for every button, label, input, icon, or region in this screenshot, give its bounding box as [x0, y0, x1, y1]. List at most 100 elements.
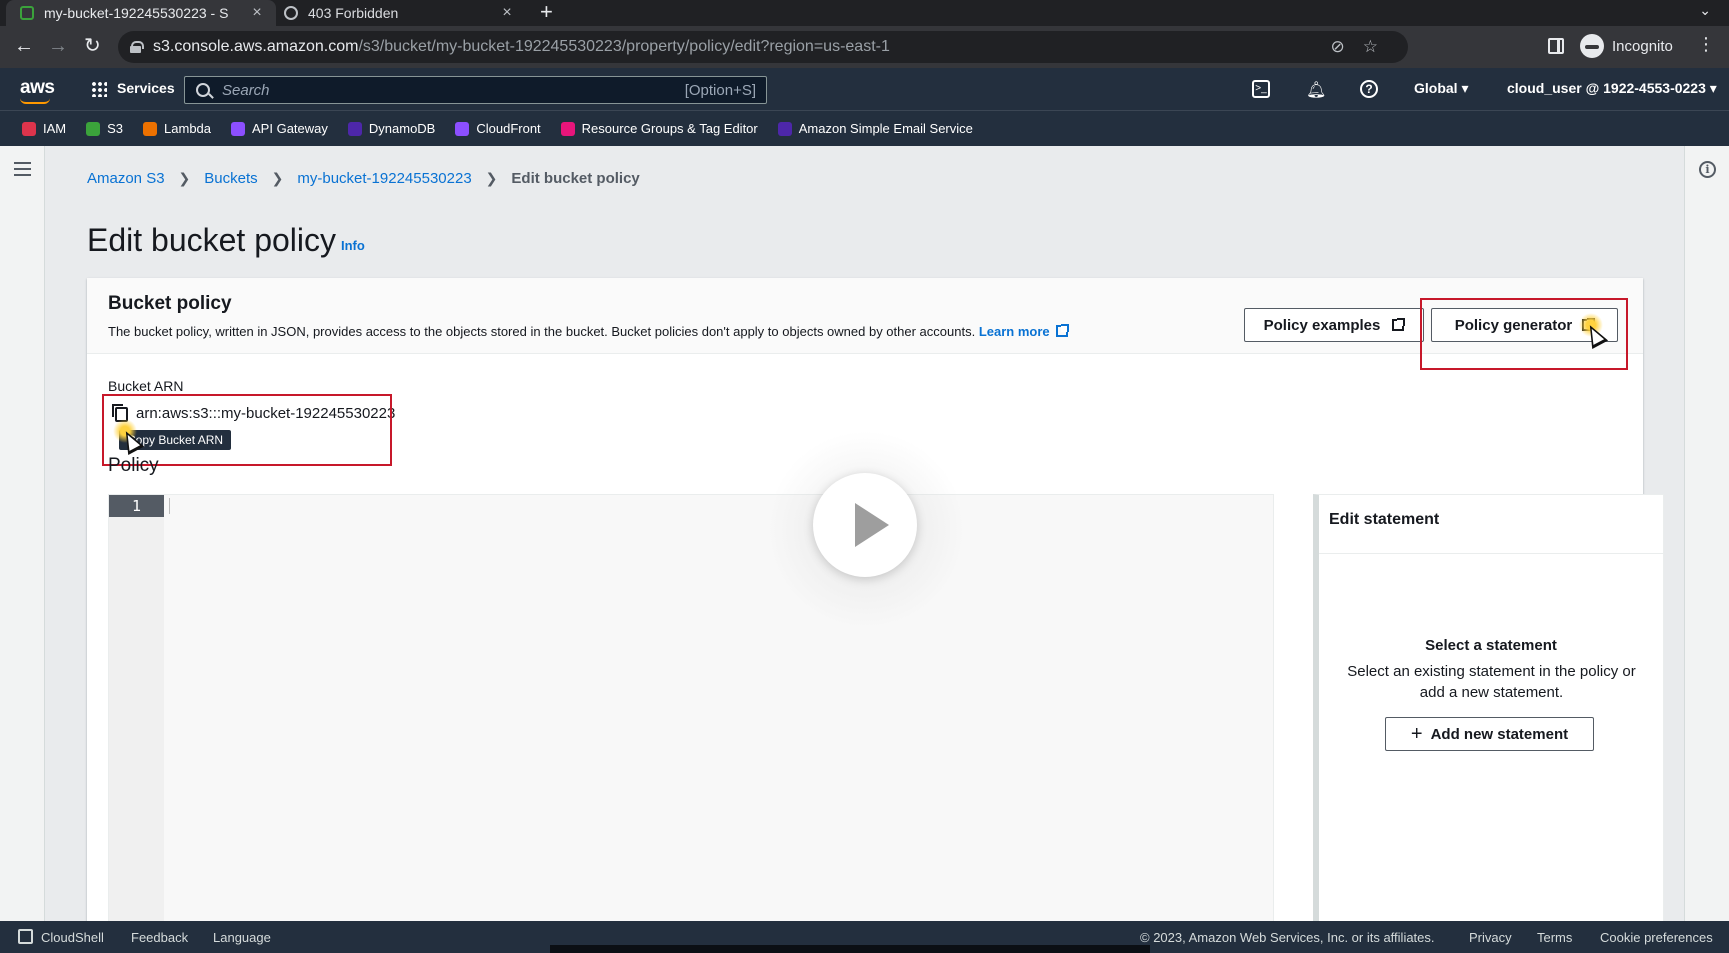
back-arrow-icon[interactable]: ←: [14, 34, 34, 58]
new-tab-icon[interactable]: +: [540, 0, 553, 26]
profile-button[interactable]: Incognito: [1580, 34, 1673, 58]
footer-copyright: © 2023, Amazon Web Services, Inc. or its…: [1140, 930, 1435, 945]
breadcrumb-buckets[interactable]: Buckets: [204, 170, 257, 187]
footer-privacy[interactable]: Privacy: [1469, 930, 1512, 945]
browser-menu-icon[interactable]: ⋮: [1697, 34, 1715, 55]
editor-caret: [169, 498, 170, 514]
video-play-button[interactable]: [813, 473, 917, 577]
favorite-s3[interactable]: S3: [86, 121, 123, 136]
close-tab-icon[interactable]: ×: [248, 4, 266, 22]
favorite-cloudfront[interactable]: CloudFront: [455, 121, 541, 136]
breadcrumb-amazon-s3[interactable]: Amazon S3: [87, 170, 165, 187]
bell-icon[interactable]: 🔔︎: [1306, 80, 1326, 100]
panel-description: The bucket policy, written in JSON, prov…: [108, 324, 1069, 339]
cloudshell-icon[interactable]: >_: [1252, 80, 1270, 98]
browser-tabstrip: my-bucket-192245530223 - S × 403 Forbidd…: [0, 0, 1729, 26]
plus-icon: +: [1410, 723, 1423, 745]
info-circle-icon[interactable]: i: [1699, 161, 1716, 178]
s3-favicon-icon: [20, 6, 34, 20]
services-grid-icon[interactable]: [91, 81, 107, 97]
learn-more-link[interactable]: Learn more: [978, 324, 1069, 339]
favorite-resource-groups[interactable]: Resource Groups & Tag Editor: [560, 121, 758, 136]
console-footer: CloudShell Feedback Language © 2023, Ama…: [0, 921, 1729, 953]
forward-arrow-icon[interactable]: →: [48, 34, 68, 58]
aws-smile-icon: [20, 98, 50, 104]
editor-gutter: [109, 495, 164, 937]
search-input[interactable]: Search [Option+S]: [184, 76, 767, 104]
browser-toolbar: ← → ↻ s3.console.aws.amazon.com /s3/buck…: [0, 26, 1729, 68]
services-menu[interactable]: Services: [117, 80, 175, 96]
edit-statement-title: Edit statement: [1329, 511, 1440, 528]
edit-statement-panel: Edit statement Select a statement Select…: [1313, 494, 1664, 938]
favorite-label: DynamoDB: [368, 121, 436, 136]
panel-header: Bucket policy The bucket policy, written…: [87, 278, 1643, 354]
line-number: 1: [109, 495, 164, 517]
breadcrumb-current: Edit bucket policy: [511, 170, 640, 187]
help-icon[interactable]: ?: [1360, 80, 1378, 98]
favorite-ses[interactable]: Amazon Simple Email Service: [777, 121, 973, 136]
address-bar[interactable]: s3.console.aws.amazon.com /s3/bucket/my-…: [118, 31, 1408, 63]
favorite-label: Lambda: [164, 121, 212, 136]
play-icon: [855, 503, 889, 547]
favorite-dynamodb[interactable]: DynamoDB: [347, 121, 436, 136]
breadcrumb-chevron-icon: ❯: [485, 170, 498, 186]
breadcrumb-chevron-icon: ❯: [178, 170, 191, 186]
panel-title: Bucket policy: [108, 293, 232, 314]
footer-language[interactable]: Language: [213, 930, 271, 945]
policy-editor[interactable]: 1: [108, 494, 1274, 938]
empty-state-title: Select a statement: [1425, 637, 1557, 654]
left-nav-rail: [0, 146, 45, 921]
breadcrumb-bucket[interactable]: my-bucket-192245530223: [297, 170, 471, 187]
favorite-label: CloudFront: [476, 121, 541, 136]
favorite-label: IAM: [43, 121, 67, 136]
footer-feedback[interactable]: Feedback: [131, 930, 188, 945]
side-panel-icon[interactable]: [1548, 38, 1564, 54]
region-label: Global: [1414, 80, 1458, 96]
account-menu[interactable]: cloud_user @ 1922-4553-0223 ▾: [1507, 80, 1717, 97]
breadcrumb-chevron-icon: ❯: [271, 170, 284, 186]
api-gateway-icon: [231, 121, 246, 136]
favorite-lambda[interactable]: Lambda: [143, 121, 211, 136]
tab-search-chevron-icon[interactable]: ⌄: [1699, 2, 1711, 19]
cloudfront-icon: [455, 121, 470, 136]
cloudshell-icon[interactable]: [18, 929, 33, 944]
bookmark-star-icon[interactable]: ☆: [1363, 37, 1378, 57]
add-statement-label: Add new statement: [1430, 725, 1569, 743]
search-placeholder: Search: [222, 81, 270, 99]
policy-examples-button[interactable]: Policy examples: [1244, 308, 1424, 342]
footer-cookie-preferences[interactable]: Cookie preferences: [1600, 930, 1713, 945]
policy-label: Policy: [108, 455, 159, 476]
aws-top-nav: aws Services Search [Option+S] >_ 🔔︎ ? G…: [0, 68, 1729, 110]
tab-403-forbidden[interactable]: 403 Forbidden ×: [276, 0, 526, 26]
hamburger-menu-icon[interactable]: [14, 162, 31, 176]
breadcrumb: Amazon S3 ❯ Buckets ❯ my-bucket-19224553…: [87, 170, 640, 187]
favorite-iam[interactable]: IAM: [22, 121, 66, 136]
external-link-icon: [1055, 324, 1069, 337]
learn-more-label: Learn more: [978, 324, 1050, 339]
add-new-statement-button[interactable]: + Add new statement: [1385, 717, 1594, 751]
lambda-icon: [143, 121, 158, 136]
search-shortcut: [Option+S]: [684, 81, 756, 99]
favorite-api-gateway[interactable]: API Gateway: [231, 121, 328, 136]
close-tab-icon[interactable]: ×: [498, 4, 516, 22]
eye-slash-icon[interactable]: ⊘: [1331, 37, 1345, 57]
favorite-label: Amazon Simple Email Service: [798, 121, 973, 136]
aws-logo[interactable]: aws: [20, 77, 55, 99]
favorite-label: S3: [107, 121, 124, 136]
profile-label: Incognito: [1612, 37, 1673, 55]
search-icon: [196, 83, 210, 97]
divider: [1319, 553, 1663, 554]
region-selector[interactable]: Global ▾: [1414, 80, 1468, 97]
resource-groups-icon: [560, 121, 575, 136]
page-title: Edit bucket policy: [87, 222, 337, 258]
tab-s3-bucket[interactable]: my-bucket-192245530223 - S ×: [6, 0, 276, 26]
info-link[interactable]: Info: [341, 238, 365, 253]
reload-icon[interactable]: ↻: [84, 34, 101, 58]
lock-icon[interactable]: [130, 41, 144, 53]
bucket-arn-label: Bucket ARN: [108, 378, 184, 394]
url-host: s3.console.aws.amazon.com: [153, 38, 359, 55]
iam-icon: [22, 121, 36, 136]
incognito-icon: [1580, 34, 1604, 58]
footer-cloudshell[interactable]: CloudShell: [41, 930, 104, 945]
footer-terms[interactable]: Terms: [1537, 930, 1572, 945]
